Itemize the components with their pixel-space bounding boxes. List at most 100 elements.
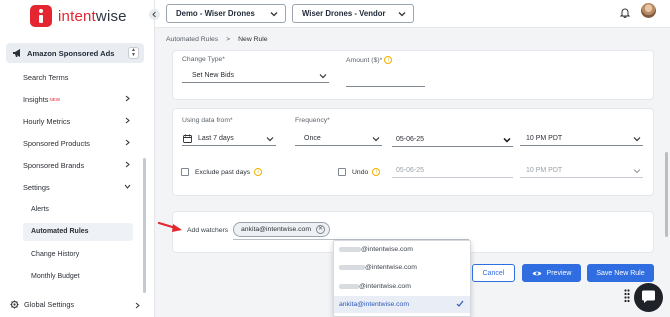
chevron-left-icon	[152, 11, 156, 18]
collapse-sidebar-button[interactable]	[149, 9, 160, 20]
chevron-down-icon	[124, 184, 131, 189]
breadcrumb-separator: >	[226, 36, 231, 43]
chevron-right-icon	[125, 161, 130, 168]
watcher-option-label: @intentwise.com	[359, 283, 411, 290]
chevron-down-icon	[266, 137, 274, 142]
sidebar-item-monthly-budget[interactable]: Monthly Budget	[31, 273, 80, 280]
time-select[interactable]: 10 PM PDT	[520, 131, 643, 146]
chevron-right-icon	[135, 302, 140, 309]
watcher-option[interactable]: @intentwise.com	[334, 278, 470, 295]
undo-time-value: 10 PM PDT	[526, 166, 563, 174]
date-picker[interactable]: 05-06-25	[392, 132, 513, 147]
calendar-icon	[183, 134, 192, 143]
account-switcher[interactable]: Amazon Sponsored Ads ▲ ▼	[6, 43, 144, 63]
chevron-right-icon	[125, 95, 130, 102]
exclude-past-days-label: Exclude past days i	[195, 168, 263, 176]
using-data-select[interactable]: Last 7 days	[182, 131, 276, 146]
sidebar-item-global-settings[interactable]: Global Settings	[10, 300, 140, 309]
change-type-select[interactable]: Set New Bids	[182, 68, 329, 83]
undo-date-picker: 05-06-25	[392, 163, 513, 178]
remove-watcher-icon[interactable]: ✕	[316, 225, 325, 234]
sidebar-item-settings[interactable]: Settings	[23, 180, 135, 194]
add-watchers-label: Add watchers	[187, 227, 229, 234]
sidebar-item-label: Insights	[23, 94, 49, 104]
sidebar: intentwise Amazon Sponsored Ads ▲ ▼ Searc…	[0, 0, 155, 317]
date-value: 05-06-25	[396, 135, 425, 143]
frequency-label: Frequency*	[295, 117, 330, 124]
watcher-chip-label: ankita@intentwise.com	[241, 226, 311, 233]
frequency-select[interactable]: Once	[295, 131, 382, 146]
red-arrow-annotation	[157, 221, 182, 232]
chevron-down-icon	[633, 169, 641, 174]
account-label: Amazon Sponsored Ads	[27, 48, 115, 58]
eye-icon	[532, 271, 542, 275]
sidebar-item-alerts[interactable]: Alerts	[31, 206, 49, 213]
preview-button[interactable]: Preview	[522, 264, 581, 282]
frequency-value: Once	[304, 134, 321, 142]
chevron-right-icon	[125, 139, 130, 146]
profile-select-value: Demo - Wiser Drones	[176, 9, 255, 18]
logo-mark-icon	[30, 5, 52, 27]
change-type-label: Change Type*	[182, 56, 225, 63]
new-badge: NEW	[49, 96, 60, 102]
time-value: 10 PM PDT	[526, 134, 563, 142]
info-icon: i	[372, 168, 381, 176]
breadcrumb-automated-rules[interactable]: Automated Rules	[166, 36, 218, 43]
chevron-right-icon	[125, 117, 130, 124]
sidebar-item-hourly-metrics[interactable]: Hourly Metrics	[23, 114, 135, 128]
undo-time-select: 10 PM PDT	[520, 163, 643, 178]
sidebar-item-sponsored-brands[interactable]: Sponsored Brands	[23, 158, 135, 172]
sidebar-item-sponsored-products[interactable]: Sponsored Products	[23, 136, 135, 150]
check-icon	[456, 300, 464, 307]
page-scrollbar[interactable]	[665, 152, 668, 237]
watcher-chip[interactable]: ankita@intentwise.com ✕	[233, 222, 330, 237]
using-data-value: Last 7 days	[198, 134, 234, 142]
cancel-button[interactable]: Cancel	[472, 264, 515, 282]
info-icon: i	[384, 56, 393, 64]
gear-icon	[10, 300, 19, 309]
watcher-option[interactable]: @intentwise.com	[334, 259, 470, 276]
account-select[interactable]: Wiser Drones - Vendor	[292, 4, 414, 23]
undo-checkbox[interactable]	[338, 168, 346, 176]
undo-label: Undo i	[352, 168, 381, 176]
bell-icon[interactable]	[620, 7, 630, 18]
exclude-past-days-checkbox[interactable]	[181, 168, 189, 176]
sidebar-item-automated-rules[interactable]: Automated Rules	[31, 228, 89, 235]
sidebar-item-label: Search Terms	[23, 72, 69, 82]
chevron-down-icon	[319, 74, 327, 79]
schedule-card	[172, 108, 654, 196]
chevron-down-icon	[372, 137, 380, 142]
sidebar-item-search-terms[interactable]: Search Terms	[23, 70, 135, 84]
info-icon: i	[254, 168, 263, 176]
watchers-dropdown: @intentwise.com @intentwise.com @intentw…	[333, 240, 471, 317]
profile-select[interactable]: Demo - Wiser Drones	[166, 4, 286, 23]
chevron-down-icon	[270, 12, 278, 17]
sidebar-scrollbar[interactable]	[143, 158, 146, 293]
watcher-option-selected[interactable]: ankita@intentwise.com	[334, 296, 470, 313]
breadcrumb: Automated Rules > New Rule	[166, 36, 268, 43]
up-down-chevron-icon[interactable]: ▲ ▼	[128, 47, 139, 59]
chat-support-button[interactable]	[634, 283, 663, 312]
sidebar-item-change-history[interactable]: Change History	[31, 251, 79, 258]
intentwise-logo[interactable]: intentwise	[30, 5, 127, 27]
user-avatar[interactable]	[641, 3, 656, 18]
using-data-label: Using data from*	[182, 117, 233, 124]
watcher-option-label: ankita@intentwise.com	[339, 301, 409, 308]
change-type-value: Set New Bids	[192, 71, 235, 79]
sidebar-item-insights[interactable]: Insights NEW	[23, 92, 135, 106]
sidebar-item-label: Hourly Metrics	[23, 116, 71, 126]
megaphone-icon	[13, 49, 20, 57]
chevron-down-icon	[633, 137, 641, 142]
chat-bubble-icon	[642, 290, 655, 303]
chevron-down-icon	[398, 12, 406, 17]
watcher-option[interactable]: @intentwise.com	[334, 241, 470, 258]
preview-button-label: Preview	[546, 269, 572, 277]
sidebar-item-label: Global Settings	[24, 300, 75, 309]
sidebar-item-label: Settings	[23, 182, 50, 192]
chevron-down-icon	[503, 137, 511, 143]
save-new-rule-button[interactable]: Save New Rule	[587, 264, 654, 282]
amount-input[interactable]	[346, 72, 425, 87]
drag-handle-icon[interactable]	[624, 289, 630, 303]
amount-label: Amount ($)* i	[346, 56, 393, 64]
sidebar-item-label: Sponsored Brands	[23, 160, 85, 170]
